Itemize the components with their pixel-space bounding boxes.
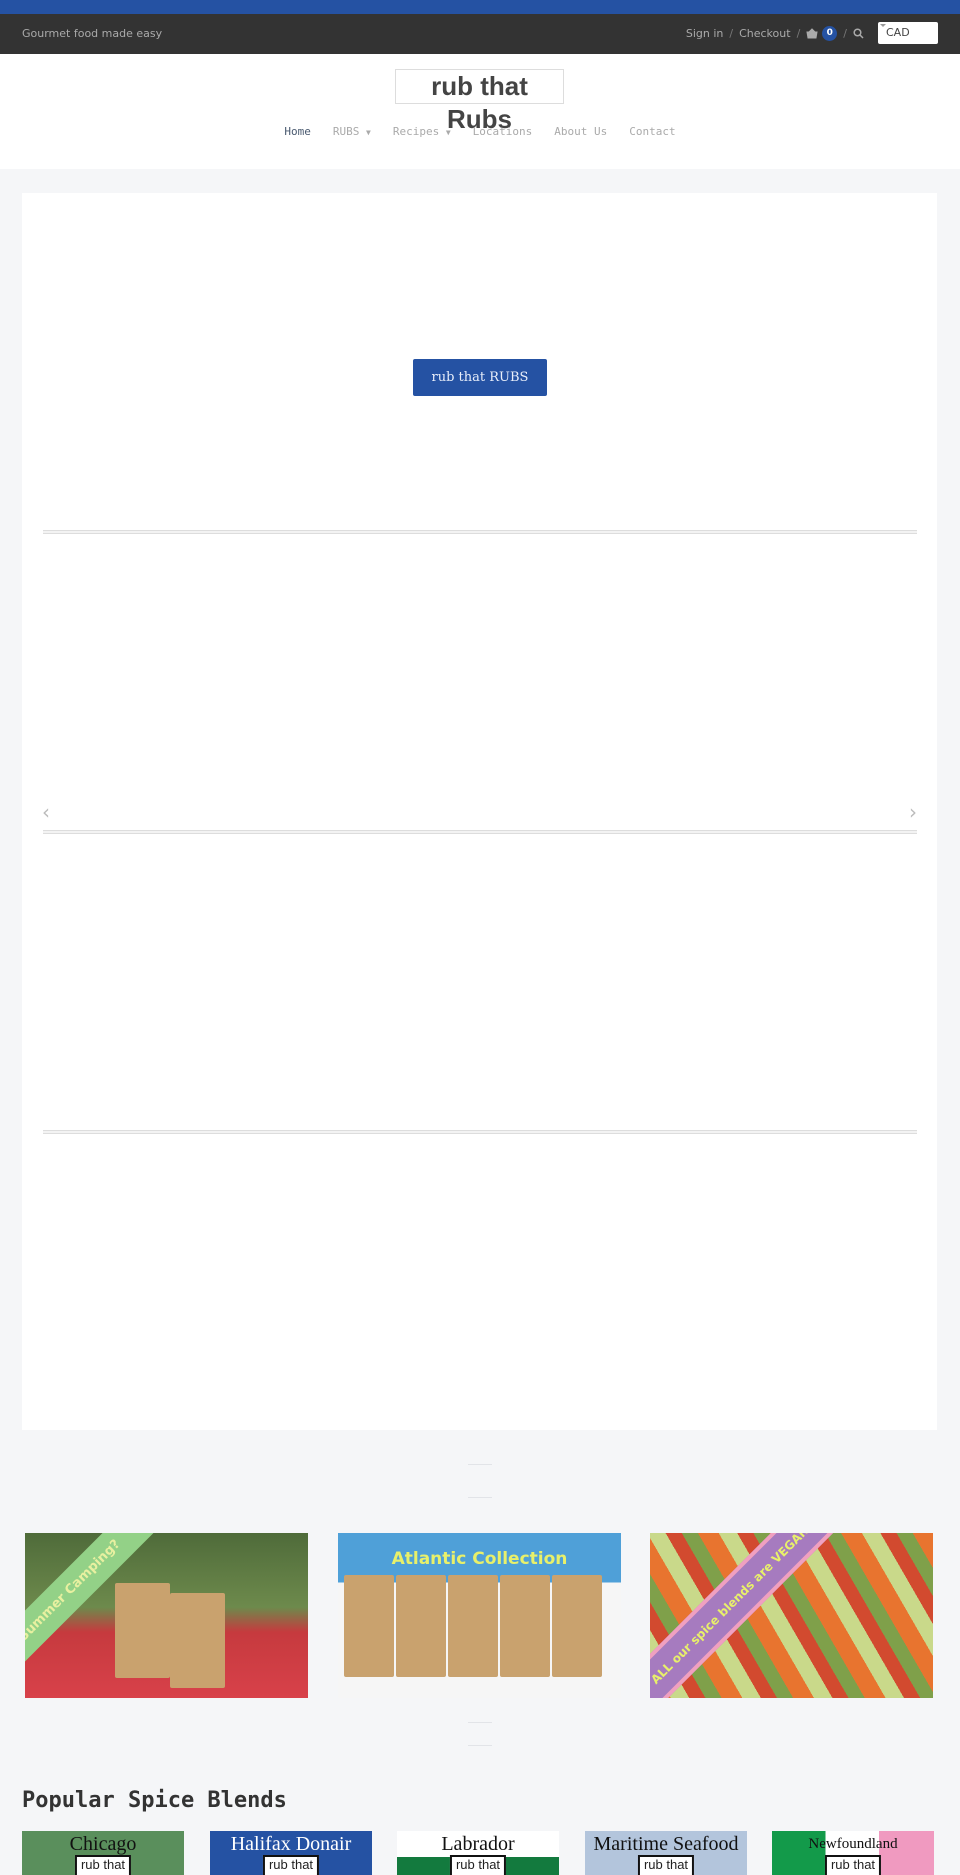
product-bag-image [170, 1593, 225, 1688]
currency-select[interactable]: CAD [878, 22, 938, 44]
checkout-link[interactable]: Checkout [739, 27, 790, 40]
product-bag-image [500, 1575, 550, 1677]
product-tile-newfoundland[interactable]: Newfoundland rub that [772, 1831, 934, 1875]
nav-recipes-label: Recipes [392, 125, 440, 138]
top-accent-strip [0, 0, 960, 14]
nav-recipes[interactable]: Recipes ▼ [393, 125, 451, 138]
chevron-right-icon[interactable]: › [909, 800, 917, 824]
product-name: Maritime Seafood [593, 1833, 739, 1855]
brand-logo: rub that [262, 1855, 320, 1875]
promo-summer-camping[interactable]: Summer Camping? [25, 1533, 308, 1698]
product-bag-image [115, 1583, 170, 1678]
hero-slider: rub that RUBS ‹ › [22, 193, 937, 1430]
nav-about-us[interactable]: About Us [554, 125, 607, 138]
utility-bar: Gourmet food made easy Sign in / Checkou… [0, 14, 960, 54]
product-tile-halifax-donair[interactable]: Halifax Donair rub that [210, 1831, 372, 1875]
section-title: Popular Spice Blends [22, 1788, 287, 1813]
chevron-left-icon[interactable]: ‹ [42, 800, 50, 824]
divider [43, 530, 917, 534]
promo-atlantic-collection[interactable]: Atlantic Collection [338, 1533, 621, 1698]
product-name: Halifax Donair [230, 1833, 352, 1855]
cart-count-badge: 0 [822, 25, 838, 41]
brand-logo: rub that [74, 1855, 132, 1875]
nav-locations[interactable]: Locations [473, 125, 533, 138]
separator: / [729, 26, 734, 40]
hero-cta-button[interactable]: rub that RUBS [413, 359, 547, 396]
divider [43, 830, 917, 834]
basket-icon [806, 27, 818, 38]
promo-title: Atlantic Collection [391, 1549, 568, 1569]
cart-button[interactable]: 0 [806, 25, 838, 41]
nav-contact[interactable]: Contact [629, 125, 675, 138]
product-bag-image [344, 1575, 394, 1677]
divider [468, 1722, 492, 1723]
nav-rubs[interactable]: RUBS ▼ [333, 125, 371, 138]
product-bag-image [448, 1575, 498, 1677]
caret-down-icon: ▼ [366, 128, 371, 137]
brand-logo: rub that [824, 1855, 882, 1875]
product-bag-image [396, 1575, 446, 1677]
promo-ribbon: ALL our spice blends are VEGAN [650, 1533, 852, 1698]
product-name: Labrador [441, 1833, 515, 1855]
promo-vegan[interactable]: ALL our spice blends are VEGAN [650, 1533, 933, 1698]
separator: / [843, 26, 847, 40]
product-tile-chicago[interactable]: Chicago rub that [22, 1831, 184, 1875]
site-header: rub that Rubs Home RUBS ▼ Recipes ▼ Loca… [0, 54, 960, 169]
search-icon[interactable] [853, 27, 864, 39]
nav-rubs-label: RUBS [332, 125, 360, 138]
nav-home[interactable]: Home [284, 125, 311, 138]
divider [43, 1130, 917, 1134]
product-tile-labrador[interactable]: Labrador rub that [397, 1831, 559, 1875]
site-logo[interactable]: rub that Rubs [395, 69, 564, 134]
divider [468, 1497, 492, 1498]
product-name: Newfoundland [808, 1836, 898, 1852]
sign-in-link[interactable]: Sign in [686, 27, 724, 40]
caret-down-icon: ▼ [445, 128, 451, 137]
separator: / [796, 26, 801, 40]
brand-logo: rub that [449, 1855, 507, 1875]
main-nav: Home RUBS ▼ Recipes ▼ Locations About Us… [0, 125, 960, 138]
product-name: Chicago [69, 1833, 137, 1855]
divider [468, 1464, 492, 1465]
divider [468, 1745, 492, 1746]
brand-logo: rub that [637, 1855, 695, 1875]
tagline: Gourmet food made easy [22, 27, 163, 40]
product-bag-image [552, 1575, 602, 1677]
product-tile-maritime-seafood[interactable]: Maritime Seafood rub that [585, 1831, 747, 1875]
